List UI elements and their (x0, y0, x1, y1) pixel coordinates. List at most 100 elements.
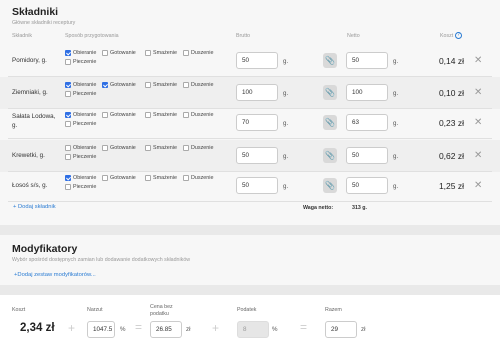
method-checkbox[interactable]: Smażenie (145, 50, 177, 56)
ingredient-row: Ziemniaki, g. Obieranie Gotowanie Smażenie D… (0, 77, 500, 109)
paperclip-icon[interactable]: 📎 (323, 53, 337, 68)
ingredient-cost: 0,62 zł (438, 151, 464, 161)
ingredient-name: Pomidory, g. (12, 57, 47, 64)
checkbox-box[interactable] (65, 59, 71, 65)
paperclip-icon[interactable]: 📎 (323, 178, 337, 193)
method-checkbox[interactable]: Duszenie (183, 175, 213, 181)
checkbox-label: Duszenie (191, 112, 214, 118)
method-checkbox[interactable]: Pieczenie (65, 184, 96, 190)
checkbox-box[interactable] (102, 82, 108, 88)
checkbox-label: Gotowanie (110, 145, 136, 151)
checkbox-box[interactable] (65, 112, 71, 118)
method-checkbox[interactable]: Pieczenie (65, 154, 96, 160)
method-checkbox[interactable]: Gotowanie (102, 112, 136, 118)
method-checkbox[interactable]: Obieranie (65, 82, 96, 88)
method-checkbox[interactable]: Duszenie (183, 145, 213, 151)
checkbox-label: Pieczenie (73, 184, 97, 190)
help-icon[interactable]: ? (454, 32, 462, 39)
netto-unit: g. (393, 183, 399, 190)
method-checkbox[interactable]: Pieczenie (65, 121, 96, 127)
netto-input[interactable]: 50 (346, 177, 388, 194)
method-checkbox[interactable]: Smażenie (145, 112, 177, 118)
method-checkbox[interactable]: Obieranie (65, 145, 96, 151)
add-ingredient-link[interactable]: + Dodaj składnik (13, 204, 56, 210)
method-checkbox[interactable]: Smażenie (145, 175, 177, 181)
netto-input[interactable]: 50 (346, 52, 388, 69)
paperclip-icon[interactable]: 📎 (323, 148, 337, 163)
netto-input[interactable]: 50 (346, 147, 388, 164)
paperclip-icon[interactable]: 📎 (323, 85, 337, 100)
brutto-input[interactable]: 50 (236, 177, 278, 194)
method-checkbox[interactable]: Gotowanie (102, 175, 136, 181)
markup-unit: % (120, 326, 126, 333)
checkbox-box[interactable] (145, 82, 151, 88)
checkbox-box[interactable] (65, 50, 71, 56)
delete-icon[interactable]: ✕ (474, 150, 482, 161)
method-checkbox[interactable]: Pieczenie (65, 91, 96, 97)
ingredients-panel: Składniki Główne składniki receptury Skł… (0, 0, 500, 225)
method-checkbox[interactable]: Smażenie (145, 82, 177, 88)
method-checkbox[interactable]: Smażenie (145, 145, 177, 151)
col-header-method: Sposób przygotowania (65, 33, 119, 39)
price-net-unit: zł (186, 326, 191, 333)
method-checkbox[interactable]: Obieranie (65, 50, 96, 56)
row-divider (8, 201, 492, 202)
tax-input[interactable]: 8 (237, 321, 269, 338)
checkbox-label: Obieranie (73, 50, 97, 56)
method-checkbox[interactable]: Obieranie (65, 112, 96, 118)
ingredient-cost: 0,23 zł (438, 118, 464, 128)
brutto-input[interactable]: 50 (236, 52, 278, 69)
checkbox-box[interactable] (102, 112, 108, 118)
delete-icon[interactable]: ✕ (474, 55, 482, 66)
netto-input[interactable]: 100 (346, 84, 388, 101)
method-checkbox[interactable]: Gotowanie (102, 50, 136, 56)
total-input[interactable]: 29 (325, 321, 357, 338)
method-checkbox[interactable]: Gotowanie (102, 82, 136, 88)
checkbox-label: Smażenie (153, 145, 177, 151)
brutto-input[interactable]: 50 (236, 147, 278, 164)
checkbox-box[interactable] (102, 145, 108, 151)
checkbox-box[interactable] (65, 82, 71, 88)
price-net-input[interactable]: 26.85 (150, 321, 182, 338)
checkbox-box[interactable] (145, 112, 151, 118)
checkbox-box[interactable] (145, 175, 151, 181)
modifiers-subtitle: Wybór spośród dostępnych zamian lub doda… (12, 257, 191, 263)
method-checkbox[interactable]: Gotowanie (102, 145, 136, 151)
checkbox-box[interactable] (183, 145, 189, 151)
checkbox-box[interactable] (65, 184, 71, 190)
checkbox-box[interactable] (183, 175, 189, 181)
checkbox-box[interactable] (183, 50, 189, 56)
add-modifier-set-link[interactable]: +Dodaj zestaw modyfikatorów... (14, 272, 96, 278)
method-checkbox[interactable]: Pieczenie (65, 59, 96, 65)
method-checkbox[interactable]: Duszenie (183, 50, 213, 56)
checkbox-label: Smażenie (153, 50, 177, 56)
method-checkbox[interactable]: Duszenie (183, 112, 213, 118)
method-checkbox[interactable]: Obieranie (65, 175, 96, 181)
checkbox-box[interactable] (183, 112, 189, 118)
equals-sign-1: = (135, 320, 143, 334)
checkbox-box[interactable] (65, 154, 71, 160)
checkbox-box[interactable] (145, 145, 151, 151)
checkbox-box[interactable] (65, 121, 71, 127)
brutto-input[interactable]: 100 (236, 84, 278, 101)
delete-icon[interactable]: ✕ (474, 117, 482, 128)
netto-input[interactable]: 63 (346, 114, 388, 131)
plus-sign: + (68, 321, 76, 335)
delete-icon[interactable]: ✕ (474, 87, 482, 98)
brutto-input[interactable]: 70 (236, 114, 278, 131)
checkbox-box[interactable] (65, 145, 71, 151)
checkbox-box[interactable] (65, 175, 71, 181)
markup-label: Narzut (87, 307, 103, 313)
checkbox-label: Duszenie (191, 175, 214, 181)
checkbox-box[interactable] (183, 82, 189, 88)
checkbox-box[interactable] (102, 50, 108, 56)
method-checkbox[interactable]: Duszenie (183, 82, 213, 88)
ingredient-row: Sałata Lodowa, g. Obieranie Gotowanie Smaże… (0, 107, 500, 139)
checkbox-box[interactable] (102, 175, 108, 181)
col-header-cost: Koszt ? (440, 32, 462, 39)
markup-input[interactable]: 1047.5 (87, 321, 115, 338)
checkbox-box[interactable] (145, 50, 151, 56)
paperclip-icon[interactable]: 📎 (323, 115, 337, 130)
delete-icon[interactable]: ✕ (474, 180, 482, 191)
checkbox-box[interactable] (65, 91, 71, 97)
